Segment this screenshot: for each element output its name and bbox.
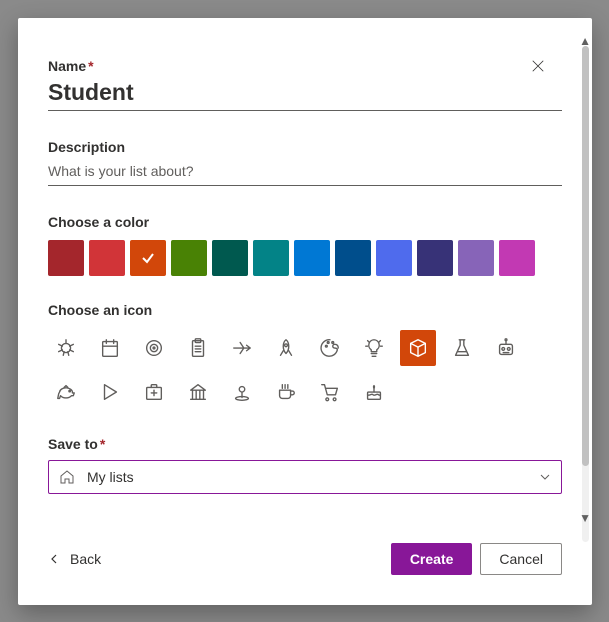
description-input[interactable] bbox=[48, 157, 562, 186]
icon-option-shopping-cart[interactable] bbox=[312, 374, 348, 410]
icon-option-flask[interactable] bbox=[444, 330, 480, 366]
choose-icon-label: Choose an icon bbox=[48, 302, 562, 318]
scroll-arrow-down[interactable]: ▼ bbox=[579, 511, 591, 525]
color-swatch-orange[interactable] bbox=[130, 240, 166, 276]
color-swatch-navy[interactable] bbox=[417, 240, 453, 276]
icon-option-bug[interactable] bbox=[48, 330, 84, 366]
icon-option-calendar[interactable] bbox=[92, 330, 128, 366]
icon-option-target[interactable] bbox=[136, 330, 172, 366]
icon-option-rocket[interactable] bbox=[268, 330, 304, 366]
color-swatch-red[interactable] bbox=[89, 240, 125, 276]
icon-option-play[interactable] bbox=[92, 374, 128, 410]
color-swatch-purple[interactable] bbox=[458, 240, 494, 276]
color-swatch-dark-teal[interactable] bbox=[212, 240, 248, 276]
color-swatch-green[interactable] bbox=[171, 240, 207, 276]
icon-option-airplane[interactable] bbox=[224, 330, 260, 366]
color-swatch-dark-red[interactable] bbox=[48, 240, 84, 276]
create-list-dialog: ▲ ▼ Name* Description Choose a color Cho… bbox=[18, 18, 592, 605]
close-button[interactable] bbox=[522, 50, 554, 82]
color-swatch-pink[interactable] bbox=[499, 240, 535, 276]
icon-option-piggy-bank[interactable] bbox=[48, 374, 84, 410]
home-icon bbox=[59, 469, 75, 485]
icon-option-cube[interactable] bbox=[400, 330, 436, 366]
icon-option-robot[interactable] bbox=[488, 330, 524, 366]
close-icon bbox=[531, 59, 545, 73]
icon-option-bank[interactable] bbox=[180, 374, 216, 410]
chevron-left-icon bbox=[48, 553, 60, 565]
name-label: Name* bbox=[48, 58, 562, 74]
icon-option-first-aid[interactable] bbox=[136, 374, 172, 410]
name-input[interactable] bbox=[48, 76, 562, 111]
save-to-value: My lists bbox=[87, 469, 527, 485]
description-label: Description bbox=[48, 139, 562, 155]
icon-option-clipboard[interactable] bbox=[180, 330, 216, 366]
icon-option-location-pin[interactable] bbox=[224, 374, 260, 410]
icon-grid bbox=[48, 330, 548, 410]
chevron-down-icon bbox=[539, 471, 551, 483]
icon-option-coffee[interactable] bbox=[268, 374, 304, 410]
cancel-button[interactable]: Cancel bbox=[480, 543, 562, 575]
save-to-label: Save to* bbox=[48, 436, 562, 452]
choose-color-label: Choose a color bbox=[48, 214, 562, 230]
icon-option-cake[interactable] bbox=[356, 374, 392, 410]
color-swatches bbox=[48, 240, 562, 276]
scrollbar[interactable] bbox=[582, 46, 589, 542]
create-button[interactable]: Create bbox=[391, 543, 473, 575]
color-swatch-blue[interactable] bbox=[294, 240, 330, 276]
save-to-select[interactable]: My lists bbox=[48, 460, 562, 494]
back-button[interactable]: Back bbox=[48, 551, 101, 567]
icon-option-lightbulb[interactable] bbox=[356, 330, 392, 366]
dialog-footer: Back Create Cancel bbox=[18, 541, 592, 605]
color-swatch-indigo[interactable] bbox=[376, 240, 412, 276]
color-swatch-teal[interactable] bbox=[253, 240, 289, 276]
icon-option-palette[interactable] bbox=[312, 330, 348, 366]
color-swatch-dark-blue[interactable] bbox=[335, 240, 371, 276]
